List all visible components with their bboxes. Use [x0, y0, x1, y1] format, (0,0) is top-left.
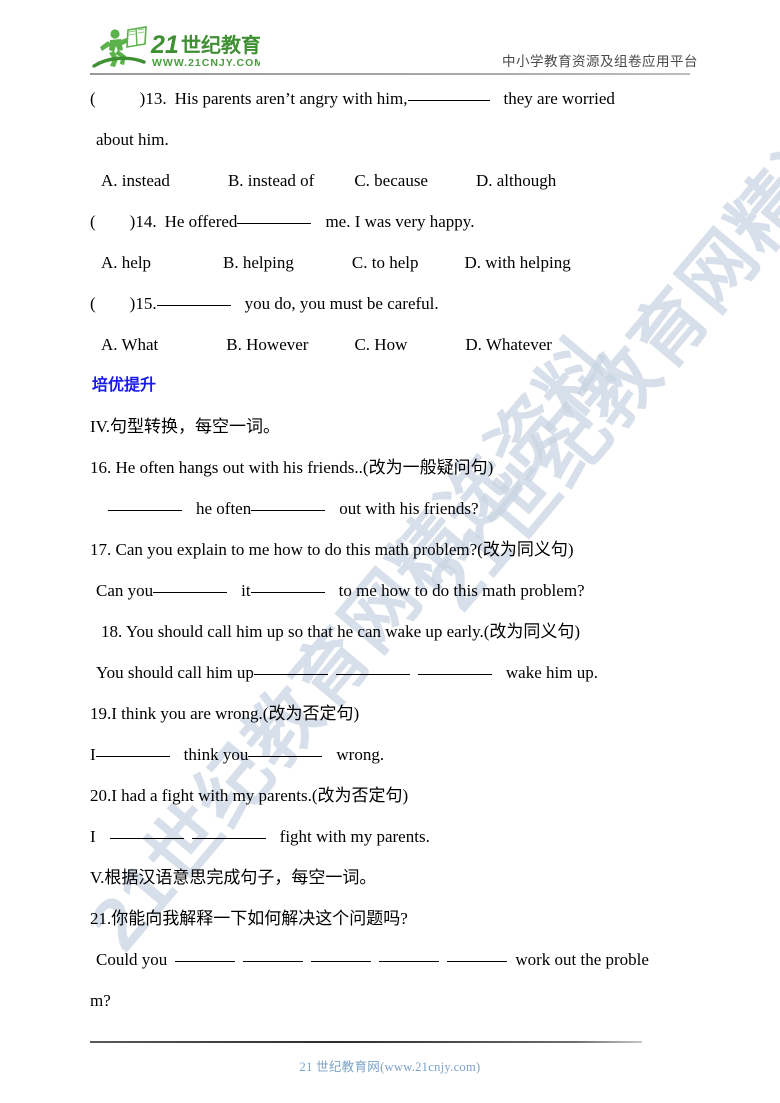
q19-text-3: wrong. — [336, 745, 385, 764]
q13-blank[interactable] — [407, 100, 490, 101]
q15-option-c[interactable]: C. How — [354, 324, 407, 365]
q14-option-b[interactable]: B. helping — [223, 242, 294, 283]
question-21-answer: Could you work out the proble — [0, 939, 780, 980]
q13-option-a[interactable]: A. instead — [101, 160, 170, 201]
svg-text:21: 21 — [150, 31, 179, 59]
question-18-prompt: 18. You should call him up so that he ca… — [101, 622, 581, 641]
q15-option-d[interactable]: D. Whatever — [465, 324, 552, 365]
q21-text-2: work out the proble — [515, 950, 649, 969]
worksheet-content: ( )13. His parents aren’t angry with him, t… — [0, 78, 780, 1021]
footer-divider — [90, 1041, 642, 1043]
q19-text-1: I — [90, 745, 96, 764]
q18-text-1: You should call him up — [96, 663, 254, 682]
question-21-prompt: 21.你能向我解释一下如何解决这个问题吗? — [90, 909, 408, 928]
question-15-stem: ( )15. you do, you must be careful. — [0, 283, 780, 324]
q20-text-2: fight with my parents. — [279, 827, 430, 846]
question-19-answer: Ithink you wrong. — [0, 734, 780, 775]
q13-option-d[interactable]: D. although — [476, 160, 556, 201]
brand-logo: 21 世纪教育 WWW.21CNJY.COM — [88, 26, 260, 72]
q14-option-c[interactable]: C. to help — [352, 242, 419, 283]
q19-text-2: think you — [183, 745, 249, 764]
q15-paren-close: )15. — [129, 294, 157, 313]
question-15-options: A. What B. However C. How D. Whatever — [0, 324, 780, 365]
section-heading-enrichment: 培优提升 — [92, 377, 157, 394]
question-20-answer: Ifight with my parents. — [0, 816, 780, 857]
q17-blank-2[interactable] — [250, 592, 325, 593]
question-18-answer: You should call him up wake him up. — [0, 652, 780, 693]
q17-text-1: Can you — [96, 581, 154, 600]
section-title-part-5: V.根据汉语意思完成句子，每空一词。 — [90, 868, 377, 887]
page-header: 21 世纪教育 WWW.21CNJY.COM 中小学教育资源及组卷应用平台 — [0, 0, 780, 78]
question-16-answer: he often out with his friends? — [0, 488, 780, 529]
q13-option-b[interactable]: B. instead of — [228, 160, 314, 201]
q17-blank-1[interactable] — [153, 592, 228, 593]
q15-option-a[interactable]: A. What — [101, 324, 158, 365]
q16-blank-1[interactable] — [108, 510, 182, 511]
q21-blank-3[interactable] — [311, 961, 372, 962]
q20-blank-2[interactable] — [191, 838, 266, 839]
q14-blank[interactable] — [237, 223, 312, 224]
q13-paren-close: )13. — [139, 89, 167, 108]
q18-blank-1[interactable] — [253, 674, 328, 675]
q21-blank-4[interactable] — [379, 961, 440, 962]
q14-option-d[interactable]: D. with helping — [464, 242, 570, 283]
section-title-part-4: IV.句型转换，每空一词。 — [90, 417, 280, 436]
q19-blank-2[interactable] — [248, 756, 323, 757]
q13-paren-open: ( — [90, 89, 96, 108]
q16-blank-2[interactable] — [251, 510, 326, 511]
q16-text-2: out with his friends? — [339, 499, 479, 518]
q13-text-2: they are worried — [503, 89, 615, 108]
question-14-options: A. help B. helping C. to help D. with helpi… — [0, 242, 780, 283]
logo-url-text: WWW.21CNJY.COM — [152, 57, 260, 69]
q13-text-1: His parents aren’t angry with him, — [174, 89, 408, 108]
q15-option-b[interactable]: B. However — [226, 324, 308, 365]
question-13-stem-wrap: about him. — [96, 130, 169, 149]
question-14-stem: ( )14. He offered me. I was very happy. — [0, 201, 780, 242]
question-13-options: A. instead B. instead of C. because D. alth… — [0, 160, 780, 201]
q17-text-2: it — [241, 581, 251, 600]
header-slogan: 中小学教育资源及组卷应用平台 — [502, 54, 698, 69]
q17-text-3: to me how to do this math problem? — [338, 581, 585, 600]
q14-paren-close: )14. — [129, 212, 157, 231]
worksheet-page: 21世纪教育网精选资料 21世纪教育网精选资料 21 世纪教育 WWW.21CN… — [0, 0, 780, 1103]
q14-option-a[interactable]: A. help — [101, 242, 151, 283]
q13-option-c[interactable]: C. because — [354, 160, 428, 201]
question-21-answer-wrap: m? — [90, 991, 111, 1010]
question-17-answer: Can you it to me how to do this math probl… — [0, 570, 780, 611]
q14-text-1: He offered — [164, 212, 238, 231]
q21-blank-5[interactable] — [447, 961, 508, 962]
q14-text-2: me. I was very happy. — [325, 212, 475, 231]
q18-blank-2[interactable] — [335, 674, 410, 675]
question-17-prompt: 17. Can you explain to me how to do this… — [90, 540, 574, 559]
q18-blank-3[interactable] — [417, 674, 492, 675]
question-20-prompt: 20.I had a fight with my parents.(改为否定句) — [90, 786, 409, 805]
q18-text-2: wake him up. — [505, 663, 598, 682]
q21-text-1: Could you — [96, 950, 168, 969]
q19-blank-1[interactable] — [95, 756, 170, 757]
question-16-prompt: 16. He often hangs out with his friends.… — [90, 458, 494, 477]
q15-blank[interactable] — [156, 305, 231, 306]
q15-text-2: you do, you must be careful. — [244, 294, 439, 313]
header-divider — [90, 73, 690, 75]
q16-text-1: he often — [196, 499, 252, 518]
q15-paren-open: ( — [90, 294, 96, 313]
question-19-prompt: 19.I think you are wrong.(改为否定句) — [90, 704, 360, 723]
q20-blank-1[interactable] — [109, 838, 184, 839]
question-13-stem: ( )13. His parents aren’t angry with him, t… — [0, 78, 780, 119]
q21-blank-2[interactable] — [243, 961, 304, 962]
footer-text: 21 世纪教育网(www.21cnjy.com) — [299, 1060, 481, 1074]
q21-blank-1[interactable] — [175, 961, 236, 962]
q20-text-1: I — [90, 827, 96, 846]
q14-paren-open: ( — [90, 212, 96, 231]
svg-text:世纪教育: 世纪教育 — [181, 33, 260, 57]
